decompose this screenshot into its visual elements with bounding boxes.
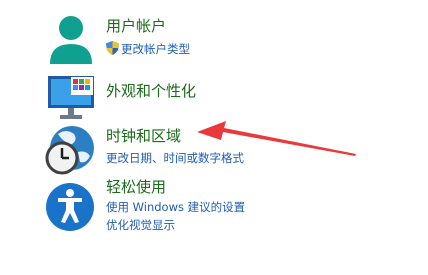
category-clock-region: 时钟和区域 更改日期、时间或数字格式	[0, 122, 428, 180]
ease-of-access-title[interactable]: 轻松使用	[106, 177, 166, 197]
appearance-personalization-icon[interactable]	[44, 74, 98, 128]
use-recommended-settings-link[interactable]: 使用 Windows 建议的设置	[106, 199, 245, 215]
category-user-accounts: 用户帐户 更改帐户类型	[0, 0, 428, 70]
change-account-type-link[interactable]: 更改帐户类型	[106, 41, 190, 57]
clock-region-title[interactable]: 时钟和区域	[106, 126, 181, 146]
category-ease-of-access: 轻松使用 使用 Windows 建议的设置 优化视觉显示	[0, 177, 428, 250]
change-account-type-label: 更改帐户类型	[121, 42, 190, 56]
change-date-time-format-link[interactable]: 更改日期、时间或数字格式	[106, 150, 244, 166]
uac-shield-icon	[106, 41, 119, 55]
optimize-visual-display-link[interactable]: 优化视觉显示	[106, 217, 175, 233]
ease-of-access-icon[interactable]	[44, 180, 98, 234]
user-accounts-title[interactable]: 用户帐户	[106, 16, 166, 36]
appearance-personalization-title[interactable]: 外观和个性化	[106, 81, 196, 101]
user-accounts-icon[interactable]	[44, 10, 98, 64]
clock-region-icon[interactable]	[44, 124, 98, 178]
category-appearance: 外观和个性化	[0, 70, 428, 122]
